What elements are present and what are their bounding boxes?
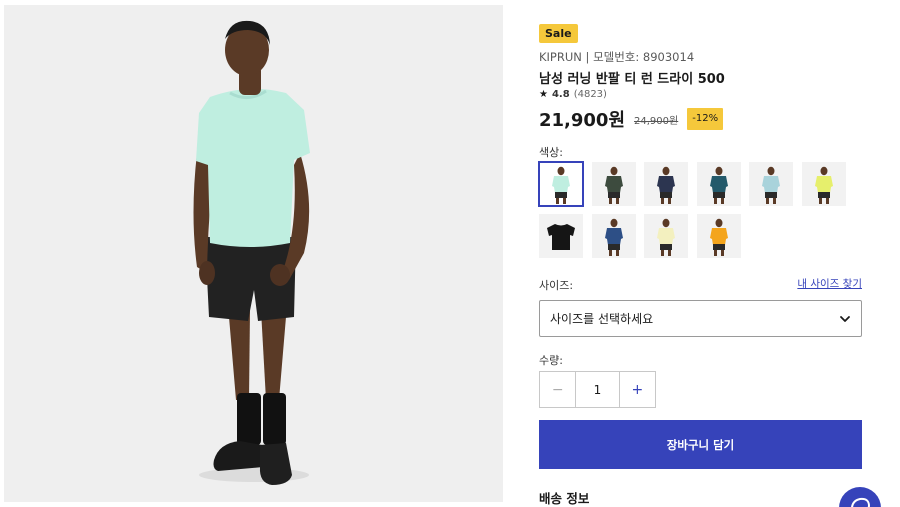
color-swatch-cream[interactable] — [644, 214, 688, 258]
size-label: 사이즈: — [539, 279, 574, 292]
color-swatch-light-blue[interactable] — [749, 162, 793, 206]
rating[interactable]: ★ 4.8 (4823) — [539, 89, 607, 100]
chat-icon — [851, 497, 870, 507]
brand-model-number: KIPRUN | 모델번호: 8903014 — [539, 50, 695, 64]
color-swatch-mint[interactable] — [538, 161, 584, 207]
color-swatch-blue[interactable] — [592, 214, 636, 258]
size-select-value: 사이즈를 선택하세요 — [550, 312, 654, 326]
star-icon: ★ — [539, 89, 548, 100]
color-swatch-teal[interactable] — [697, 162, 741, 206]
swatch-thumbnail — [657, 218, 675, 256]
swatch-thumbnail — [815, 166, 833, 204]
color-swatch-orange[interactable] — [697, 214, 741, 258]
quantity-decrease-button[interactable]: − — [540, 372, 575, 407]
product-details-panel: Sale KIPRUN | 모델번호: 8903014 남성 러닝 반팔 티 런… — [538, 0, 863, 507]
discount-badge: -12% — [687, 108, 724, 130]
color-swatch-lime[interactable] — [802, 162, 846, 206]
original-price: 24,900원 — [634, 115, 679, 127]
quantity-stepper: − 1 + — [539, 371, 656, 408]
color-swatch-black[interactable] — [539, 214, 583, 258]
color-swatch-dark-green[interactable] — [592, 162, 636, 206]
swatch-thumbnail — [762, 166, 780, 204]
color-label: 색상: — [539, 146, 563, 159]
shipping-info-heading[interactable]: 배송 정보 — [539, 488, 589, 507]
product-title: 남성 러닝 반팔 티 런 드라이 500 — [539, 72, 725, 87]
chevron-down-icon — [840, 315, 850, 322]
swatch-thumbnail — [657, 166, 675, 204]
swatch-thumbnail — [605, 166, 623, 204]
add-to-cart-button[interactable]: 장바구니 담기 — [539, 420, 862, 469]
rating-score: 4.8 — [551, 89, 570, 100]
price-row: 21,900원 24,900원 -12% — [539, 107, 724, 131]
swatch-thumbnail — [552, 166, 570, 204]
size-select[interactable]: 사이즈를 선택하세요 — [539, 300, 862, 337]
swatch-thumbnail — [710, 166, 728, 204]
product-main-image[interactable] — [4, 5, 503, 502]
review-count: (4823) — [573, 89, 607, 100]
color-swatch-navy[interactable] — [644, 162, 688, 206]
quantity-label: 수량: — [539, 354, 563, 367]
model-photo — [193, 20, 310, 485]
quantity-increase-button[interactable]: + — [620, 372, 655, 407]
current-price: 21,900원 — [539, 110, 626, 131]
sale-badge: Sale — [539, 24, 578, 43]
size-guide-link[interactable]: 내 사이즈 찾기 — [797, 276, 862, 291]
swatch-thumbnail — [547, 224, 575, 250]
quantity-value[interactable]: 1 — [575, 372, 620, 407]
swatch-thumbnail — [605, 218, 623, 256]
swatch-thumbnail — [710, 218, 728, 256]
